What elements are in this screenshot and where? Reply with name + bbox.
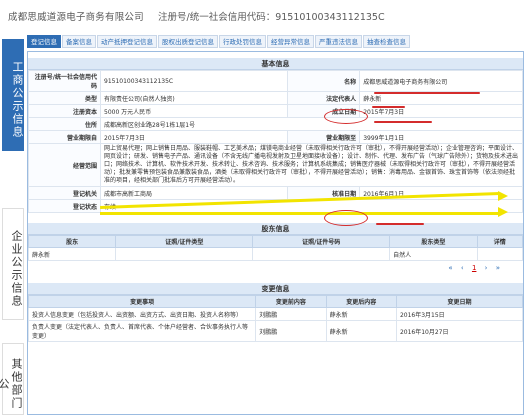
change-after: 薛永新 (325, 320, 397, 342)
highlight-annotation (100, 212, 500, 215)
term-from-value: 2015年7月3日 (99, 130, 289, 144)
legal-rep-label: 法定代表人 (287, 91, 361, 105)
scope-label: 经营范围 (28, 143, 101, 187)
sidebar-item-business[interactable]: 工商公示信息 (2, 39, 24, 151)
authority-value: 成都市高新工商局 (99, 186, 289, 200)
arrow-annotation (498, 191, 508, 201)
shareholder-type: 自然人 (389, 247, 478, 261)
tab-equity-pledge[interactable]: 股权出质登记信息 (158, 35, 218, 48)
type-label: 类型 (28, 91, 101, 105)
registration-number: 注册号/统一社会信用代码：91510100343112135C (158, 12, 385, 23)
underline-annotation (376, 223, 424, 225)
change-date: 2016年10月27日 (395, 320, 524, 342)
next-page-button[interactable]: › (485, 264, 488, 272)
change-header: 变更后内容 (325, 295, 397, 308)
change-before: 刘鹏鹏 (255, 320, 327, 342)
table-row: 负责人变更（法定代表人、负责人、首席代表、个体户经营者、合伙事务执行人等变更） … (27, 320, 524, 342)
type-value: 有限责任公司(自然人独资) (99, 91, 289, 105)
header: 成都思威道源电子商务有限公司 注册号/统一社会信用代码：915101003431… (0, 0, 528, 30)
sidebar-item-enterprise[interactable]: 企业公示信息 (2, 208, 24, 320)
address-value: 成都高新区创业路28号1栋1层1号 (100, 117, 523, 131)
capital-value: 5000 万元人民币 (99, 104, 289, 118)
change-item: 投资人信息变更（包括投资人、出资额、出资方式、出资日期、投资人名称等） (27, 307, 257, 321)
underline-annotation (374, 121, 432, 123)
term-to-label: 营业期限至 (287, 130, 361, 144)
underline-annotation (372, 106, 405, 108)
name-label: 名称 (287, 70, 361, 92)
arrow-annotation (498, 207, 508, 217)
main-panel: 基本信息 注册号/统一社会信用代码 91510100343112135C 名称 … (27, 51, 524, 415)
first-page-button[interactable]: « (448, 264, 452, 272)
term-to-value: 3999年1月1日 (359, 130, 523, 144)
change-header: 变更前内容 (255, 295, 327, 308)
name-value: 成都思威道源电子商务有限公司 (359, 70, 523, 92)
change-header: 变更事项 (27, 295, 257, 308)
sidebar-item-other[interactable]: 其他部门公 (0, 343, 24, 415)
regno-label: 注册号/统一社会信用代码 (28, 70, 101, 92)
change-title: 变更信息 (28, 283, 523, 295)
shareholder-header: 股东 (27, 235, 117, 248)
table-row: 投资人信息变更（包括投资人、出资额、出资方式、出资日期、投资人名称等） 刘鹏鹏 … (27, 307, 524, 321)
circle-annotation (324, 109, 368, 124)
tab-registration[interactable]: 登记信息 (27, 35, 61, 48)
tab-penalty[interactable]: 行政处罚信息 (219, 35, 266, 48)
tab-filing[interactable]: 备案信息 (62, 35, 96, 48)
authority-label: 登记机关 (28, 186, 101, 200)
tab-inspection[interactable]: 抽查检查信息 (363, 35, 410, 48)
change-table: 变更事项 变更前内容 变更后内容 变更日期 投资人信息变更（包括投资人、出资额、… (27, 295, 524, 342)
shareholder-details[interactable] (476, 247, 524, 261)
change-item: 负责人变更（法定代表人、负责人、首席代表、个体户经营者、合伙事务执行人等变更） (27, 320, 257, 342)
prev-page-button[interactable]: ‹ (461, 264, 464, 272)
underline-annotation (374, 92, 480, 94)
sidebar: 工商公示信息 企业公示信息 其他部门公 (0, 33, 24, 415)
tab-bar: 登记信息 备案信息 动产抵押登记信息 股权出质登记信息 行政处罚信息 经营异常信… (27, 35, 410, 50)
basic-info-title: 基本信息 (28, 58, 523, 70)
circle-annotation (324, 210, 368, 226)
shareholder-id-number (252, 247, 391, 261)
tab-abnormal[interactable]: 经营异常信息 (267, 35, 314, 48)
shareholder-header: 股东类型 (389, 235, 478, 248)
shareholder-table: 股东 证照/证件类型 证照/证件号码 股东类型 详情 薛永新 自然人 (27, 235, 524, 261)
tab-serious-violation[interactable]: 严重违法信息 (315, 35, 362, 48)
change-date: 2016年3月15日 (395, 307, 524, 321)
change-before: 刘鹏鹏 (255, 307, 327, 321)
shareholder-header: 详情 (476, 235, 524, 248)
shareholder-pager: « ‹ 1 › » (28, 261, 523, 275)
regno-value: 91510100343112135C (99, 70, 289, 92)
address-label: 住所 (28, 117, 101, 131)
shareholder-header: 证照/证件类型 (115, 235, 254, 248)
table-row: 薛永新 自然人 (27, 247, 524, 261)
scope-value: 网上贸易代理；网上销售日用品、服装鞋帽、工艺美术品；煤镁电商业经营（未取得相关行… (100, 143, 523, 187)
page-number[interactable]: 1 (472, 264, 476, 272)
shareholder-title: 股东信息 (28, 223, 523, 235)
shareholder-name: 薛永新 (27, 247, 117, 261)
tab-chattel-mortgage[interactable]: 动产抵押登记信息 (97, 35, 157, 48)
status-label: 登记状态 (28, 199, 101, 213)
capital-label: 注册资本 (28, 104, 101, 118)
change-header: 变更日期 (395, 295, 524, 308)
change-after: 薛永新 (325, 307, 397, 321)
shareholder-id-type (115, 247, 254, 261)
last-page-button[interactable]: » (496, 264, 500, 272)
term-from-label: 营业期限自 (28, 130, 101, 144)
company-title: 成都思威道源电子商务有限公司 (8, 12, 144, 23)
shareholder-header: 证照/证件号码 (252, 235, 391, 248)
